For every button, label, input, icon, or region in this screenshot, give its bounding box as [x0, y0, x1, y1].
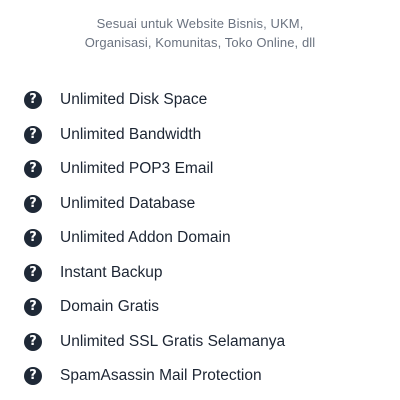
feature-label: Domain Gratis	[60, 298, 160, 316]
plan-description-line-2: Organisasi, Komunitas, Toko Online, dll	[84, 35, 316, 50]
plan-description-line-1: Sesuai untuk Website Bisnis, UKM,	[96, 16, 304, 31]
question-circle-icon[interactable]: ?	[24, 91, 42, 110]
feature-label: SpamAsassin Mail Protection	[60, 367, 262, 385]
feature-label: Unlimited SSL Gratis Selamanya	[60, 332, 286, 350]
question-circle-icon[interactable]: ?	[24, 332, 42, 351]
question-circle-icon[interactable]: ?	[24, 125, 42, 144]
feature-item-instant-backup: ? Instant Backup	[24, 256, 285, 291]
question-circle-icon[interactable]: ?	[24, 160, 42, 179]
feature-label: Unlimited Addon Domain	[60, 229, 231, 247]
feature-item-unlimited-ssl-gratis: ? Unlimited SSL Gratis Selamanya	[24, 325, 285, 360]
feature-item-unlimited-database: ? Unlimited Database	[24, 187, 285, 222]
feature-item-unlimited-pop3-email: ? Unlimited POP3 Email	[24, 152, 285, 187]
feature-item-unlimited-bandwidth: ? Unlimited Bandwidth	[24, 118, 285, 153]
feature-label: Instant Backup	[60, 263, 163, 281]
feature-label: Unlimited POP3 Email	[60, 160, 214, 178]
plan-description: Sesuai untuk Website Bisnis, UKM, Organi…	[0, 14, 400, 52]
feature-item-unlimited-disk-space: ? Unlimited Disk Space	[24, 83, 285, 118]
question-circle-icon[interactable]: ?	[24, 194, 42, 213]
feature-label: Unlimited Database	[60, 194, 196, 212]
feature-item-spamasassin-mail-protection: ? SpamAsassin Mail Protection	[24, 359, 285, 394]
question-circle-icon[interactable]: ?	[24, 367, 42, 386]
feature-list: ? Unlimited Disk Space ? Unlimited Bandw…	[24, 83, 285, 394]
question-circle-icon[interactable]: ?	[24, 263, 42, 282]
feature-label: Unlimited Disk Space	[60, 91, 208, 109]
feature-item-domain-gratis: ? Domain Gratis	[24, 290, 285, 325]
feature-label: Unlimited Bandwidth	[60, 125, 202, 143]
question-circle-icon[interactable]: ?	[24, 229, 42, 248]
hosting-plan-card: Sesuai untuk Website Bisnis, UKM, Organi…	[0, 0, 400, 400]
feature-item-unlimited-addon-domain: ? Unlimited Addon Domain	[24, 221, 285, 256]
question-circle-icon[interactable]: ?	[24, 298, 42, 317]
